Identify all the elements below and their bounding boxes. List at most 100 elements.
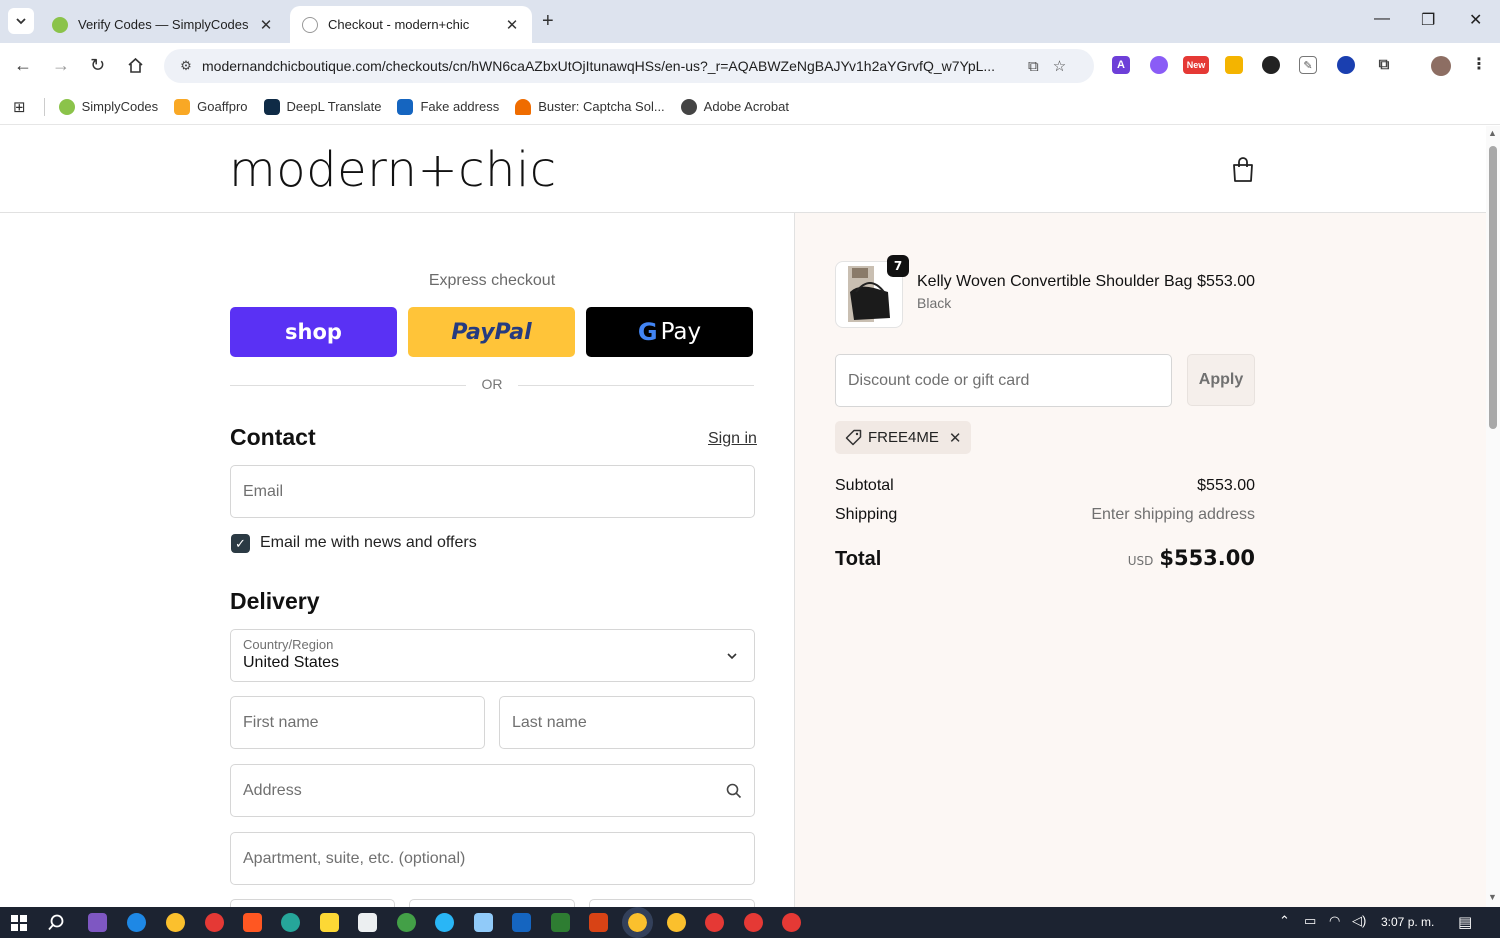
- copilot-icon[interactable]: [88, 913, 107, 932]
- simplycodes-icon: [58, 98, 75, 115]
- chrome-icon[interactable]: [667, 913, 686, 932]
- profile-avatar[interactable]: [1431, 56, 1451, 76]
- goaffpro-icon: [174, 98, 191, 115]
- subtotal-value: $553.00: [1197, 477, 1255, 494]
- whatsapp-icon[interactable]: [397, 913, 416, 932]
- apartment-field[interactable]: Apartment, suite, etc. (optional): [230, 832, 755, 885]
- new-tab-icon[interactable]: +: [542, 10, 554, 33]
- forward-icon[interactable]: →: [52, 55, 70, 76]
- app-icon[interactable]: [281, 913, 300, 932]
- chrome-icon[interactable]: [744, 913, 763, 932]
- or-label: OR: [481, 376, 503, 392]
- bookmark-star-icon[interactable]: ☆: [1053, 57, 1066, 75]
- brave-icon[interactable]: [243, 913, 262, 932]
- translate-icon[interactable]: ⧉: [1028, 58, 1039, 75]
- bookmark-buster[interactable]: Buster: Captcha Sol...: [515, 98, 665, 115]
- tab-strip: Verify Codes — SimplyCodes ✕ Checkout - …: [0, 0, 1500, 43]
- bookmark-fake-address[interactable]: Fake address: [397, 98, 499, 115]
- buster-icon: [515, 98, 532, 115]
- bookmark-adobe-acrobat[interactable]: Adobe Acrobat: [680, 98, 789, 115]
- apps-grid-icon[interactable]: ⊞: [13, 98, 26, 116]
- url-text[interactable]: modernandchicboutique.com/checkouts/cn/h…: [202, 58, 1014, 74]
- powerpoint-icon[interactable]: [589, 913, 608, 932]
- total-label: Total: [835, 548, 882, 570]
- tab-checkout[interactable]: Checkout - modern+chic ✕: [290, 6, 532, 43]
- apply-button[interactable]: Apply: [1187, 354, 1255, 406]
- notifications-icon[interactable]: ▤: [1458, 913, 1472, 931]
- close-tab-icon[interactable]: ✕: [258, 16, 274, 34]
- edge-icon[interactable]: [127, 913, 146, 932]
- home-icon[interactable]: [127, 57, 144, 74]
- paypal-button[interactable]: PayPal: [408, 307, 575, 357]
- browser-toolbar: ← → ↻ ⚙ modernandchicboutique.com/checko…: [0, 43, 1500, 89]
- remove-discount-icon[interactable]: ✕: [949, 429, 962, 447]
- search-icon[interactable]: [48, 914, 65, 931]
- extension-check-icon[interactable]: [1225, 56, 1243, 74]
- google-pay-button[interactable]: G Pay: [586, 307, 753, 357]
- tab-search-button[interactable]: [8, 8, 34, 34]
- extension-globe-icon[interactable]: [1337, 56, 1355, 74]
- file-explorer-icon[interactable]: [320, 913, 339, 932]
- scrollbar-thumb[interactable]: [1489, 146, 1497, 429]
- bookmark-deepl[interactable]: DeepL Translate: [263, 98, 381, 115]
- browser-menu-icon[interactable]: ⋮: [1470, 56, 1488, 74]
- store-logo[interactable]: modern+chic: [229, 142, 557, 198]
- shopping-bag-icon[interactable]: [1232, 157, 1254, 183]
- bookmarks-divider: [43, 97, 45, 116]
- show-hidden-icons-icon[interactable]: ⌃: [1279, 913, 1290, 929]
- address-bar[interactable]: ⚙ modernandchicboutique.com/checkouts/cn…: [164, 49, 1094, 83]
- last-name-field[interactable]: Last name: [499, 696, 755, 749]
- excel-icon[interactable]: [551, 913, 570, 932]
- discount-code-field[interactable]: Discount code or gift card: [835, 354, 1172, 407]
- email-field[interactable]: Email: [230, 465, 755, 518]
- extensions-puzzle-icon[interactable]: ⧉: [1375, 56, 1393, 74]
- country-value: United States: [243, 654, 340, 671]
- extension-w-icon[interactable]: [1262, 56, 1280, 74]
- extension-purple-icon[interactable]: [1150, 56, 1168, 74]
- news-offers-checkbox[interactable]: ✓: [231, 534, 250, 553]
- chrome-icon[interactable]: [705, 913, 724, 932]
- windows-start-icon[interactable]: [11, 915, 27, 931]
- back-icon[interactable]: ←: [14, 55, 32, 76]
- site-info-icon[interactable]: ⚙: [174, 58, 198, 74]
- word-icon[interactable]: [512, 913, 531, 932]
- address-field[interactable]: Address: [230, 764, 755, 817]
- applied-discount-chip: FREE4ME ✕: [835, 421, 972, 454]
- wifi-icon[interactable]: ◠: [1329, 913, 1340, 929]
- opera-icon[interactable]: [205, 913, 224, 932]
- taskbar-clock[interactable]: 3:07 p. m.: [1381, 915, 1434, 929]
- chrome-active-icon[interactable]: [622, 907, 653, 938]
- shipping-label: Shipping: [835, 506, 898, 523]
- close-tab-icon[interactable]: ✕: [504, 16, 520, 34]
- store-icon[interactable]: [358, 913, 377, 932]
- total-value: $553.00: [1159, 546, 1255, 570]
- page-scrollbar[interactable]: ▲ ▼: [1486, 126, 1500, 907]
- bookmark-goaffpro[interactable]: Goaffpro: [174, 98, 248, 115]
- tab-simplycodes[interactable]: Verify Codes — SimplyCodes ✕: [40, 6, 286, 43]
- bookmark-simplycodes[interactable]: SimplyCodes: [58, 98, 158, 115]
- minimize-icon[interactable]: —: [1374, 10, 1390, 28]
- telegram-icon[interactable]: [435, 913, 454, 932]
- chrome-icon[interactable]: [782, 913, 801, 932]
- scroll-up-icon[interactable]: ▲: [1488, 128, 1497, 138]
- shop-pay-button[interactable]: shop: [230, 307, 397, 357]
- extension-new-icon[interactable]: New: [1183, 56, 1209, 74]
- notepad-icon[interactable]: [474, 913, 493, 932]
- extension-edit-icon[interactable]: ✎: [1299, 56, 1317, 74]
- tab-title: Verify Codes — SimplyCodes: [78, 17, 249, 32]
- bookmarks-bar: ⊞ SimplyCodes Goaffpro DeepL Translate F…: [0, 89, 1500, 125]
- chrome-icon[interactable]: [166, 913, 185, 932]
- subtotal-label: Subtotal: [835, 477, 894, 494]
- reload-icon[interactable]: ↻: [90, 55, 105, 76]
- restore-icon[interactable]: ❐: [1421, 10, 1435, 30]
- scroll-down-icon[interactable]: ▼: [1488, 892, 1497, 902]
- first-name-field[interactable]: First name: [230, 696, 485, 749]
- extension-a-icon[interactable]: A: [1112, 56, 1130, 74]
- sign-in-link[interactable]: Sign in: [708, 430, 757, 448]
- meet-now-icon[interactable]: ▭: [1304, 913, 1316, 929]
- close-window-icon[interactable]: ✕: [1469, 10, 1482, 30]
- tab-title: Checkout - modern+chic: [328, 17, 470, 32]
- volume-icon[interactable]: ◁): [1352, 913, 1366, 929]
- adobe-acrobat-icon: [680, 98, 697, 115]
- or-divider: OR: [230, 376, 754, 394]
